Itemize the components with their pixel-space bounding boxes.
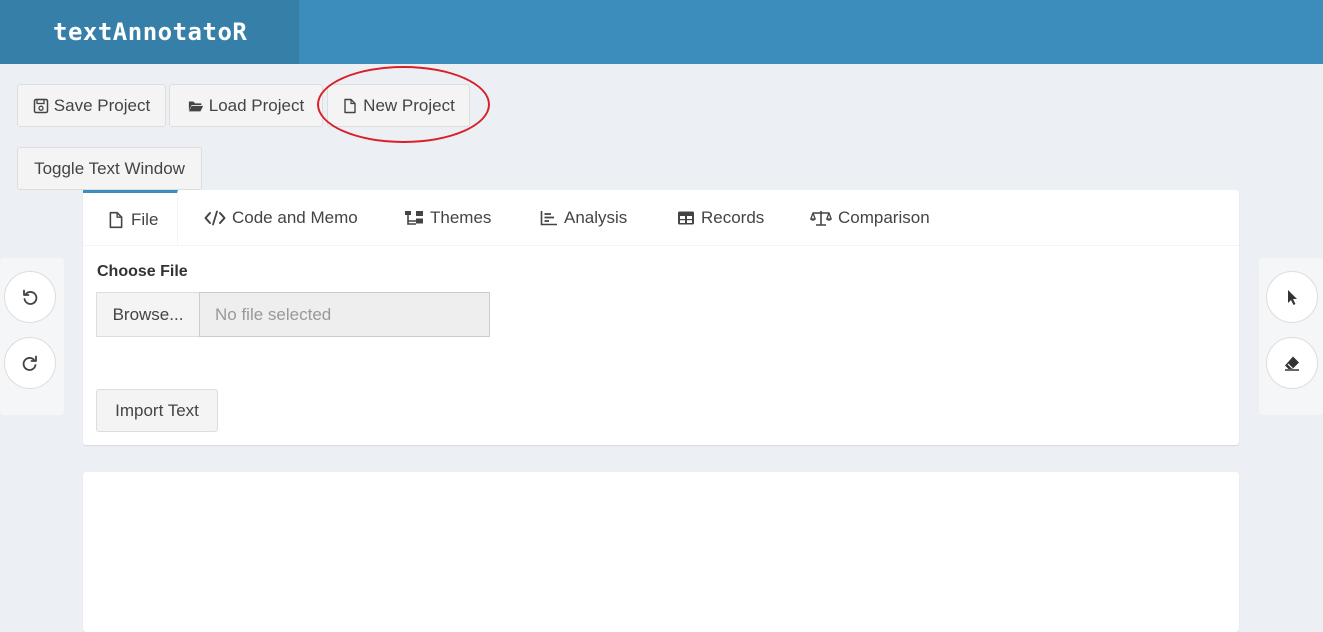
select-tool-button[interactable] — [1266, 271, 1318, 323]
app-logo: textAnnotatoR — [0, 0, 299, 64]
tab-comparison[interactable]: Comparison — [810, 190, 930, 246]
toggle-text-window-button[interactable]: Toggle Text Window — [17, 147, 202, 190]
tab-code-and-memo[interactable]: Code and Memo — [204, 190, 358, 246]
tab-code-and-memo-label: Code and Memo — [232, 208, 358, 227]
new-project-label: New Project — [363, 95, 455, 115]
balance-scale-icon — [810, 211, 832, 226]
file-input-group: Browse... No file selected — [96, 292, 490, 337]
eraser-icon — [1285, 356, 1299, 371]
choose-file-label: Choose File — [97, 263, 188, 280]
tab-records-label: Records — [701, 208, 765, 227]
file-name-field[interactable]: No file selected — [199, 292, 490, 337]
tab-themes-label: Themes — [430, 208, 492, 227]
top-header: textAnnotatoR — [0, 0, 1323, 64]
mouse-pointer-icon — [1288, 290, 1297, 305]
browse-button[interactable]: Browse... — [96, 292, 199, 337]
save-project-button[interactable]: Save Project — [17, 84, 166, 127]
import-text-label: Import Text — [115, 400, 199, 420]
undo-button[interactable] — [4, 271, 56, 323]
sitemap-icon — [405, 211, 423, 225]
new-project-button[interactable]: New Project — [327, 84, 470, 127]
code-icon — [204, 210, 226, 226]
load-project-label: Load Project — [208, 95, 305, 115]
tab-records[interactable]: Records — [677, 190, 764, 246]
main-tab-box: File Code and Memo Themes Analysis Recor… — [83, 190, 1239, 445]
undo-icon — [23, 289, 38, 305]
tab-analysis-label: Analysis — [564, 208, 628, 227]
text-window[interactable] — [83, 472, 1239, 632]
chart-bar-icon — [540, 211, 557, 226]
tab-comparison-label: Comparison — [838, 208, 930, 227]
file-icon — [109, 211, 123, 228]
table-icon — [678, 211, 694, 225]
left-tool-panel — [0, 258, 64, 415]
file-icon — [344, 98, 356, 113]
folder-open-icon — [188, 101, 203, 111]
toggle-text-window-label: Toggle Text Window — [34, 158, 185, 178]
tab-file[interactable]: File — [83, 190, 178, 246]
save-icon — [33, 98, 49, 113]
eraser-tool-button[interactable] — [1266, 337, 1318, 389]
tab-analysis[interactable]: Analysis — [540, 190, 627, 246]
load-project-button[interactable]: Load Project — [169, 84, 323, 127]
save-project-label: Save Project — [53, 95, 151, 115]
redo-button[interactable] — [4, 337, 56, 389]
import-text-button[interactable]: Import Text — [96, 389, 218, 432]
redo-icon — [22, 355, 37, 371]
tab-themes[interactable]: Themes — [404, 190, 491, 246]
tab-file-label: File — [131, 209, 159, 229]
tab-bar: File Code and Memo Themes Analysis Recor… — [83, 190, 1239, 246]
right-tool-panel — [1259, 258, 1323, 415]
